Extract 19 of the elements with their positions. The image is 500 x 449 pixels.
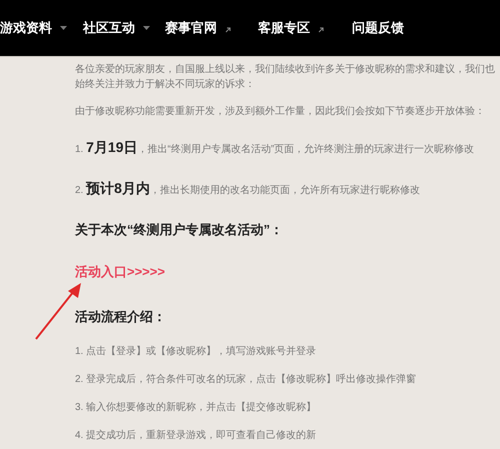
nav-link[interactable]: 社区互动 bbox=[83, 18, 165, 38]
caret-icon bbox=[60, 26, 67, 30]
schedule-item: 1. 7月19日，推出“终测用户专属改名活动”页面，允许终测注册的玩家进行一次昵称修改 bbox=[75, 138, 476, 157]
step-text: 2. 登录完成后，符合条件可改名的玩家，点击【修改昵称】呼出修改操作弹窗 bbox=[75, 372, 418, 386]
external-link-icon bbox=[225, 27, 231, 33]
nav-link[interactable]: 游戏资料 bbox=[0, 18, 83, 38]
section-heading: 活动流程介绍： bbox=[75, 308, 167, 326]
nav-link[interactable]: 赛事官网 bbox=[165, 18, 258, 38]
nav-link[interactable]: 客服专区 bbox=[258, 18, 352, 38]
step-text: 1. 点击【登录】或【修改昵称】，填写游戏账号并登录 bbox=[75, 344, 318, 358]
section-heading: 关于本次“终测用户专属改名活动”： bbox=[75, 221, 284, 239]
step-text: 4. 提交成功后，重新登录游戏，即可查看自己修改的新 bbox=[75, 428, 318, 442]
nav-link[interactable]: 问题反馈 bbox=[352, 18, 442, 38]
intro-paragraph: 各位亲爱的玩家朋友，自国服上线以来，我们陆续收到许多关于修改昵称的需求和建议，我们也始终关注并致力于解决不同玩家的诉求： bbox=[75, 62, 496, 92]
caret-icon bbox=[143, 26, 150, 30]
schedule-item: 2. 预计8月内，推出长期使用的改名功能页面，允许所有玩家进行昵称修改 bbox=[75, 179, 421, 198]
external-link-icon bbox=[318, 27, 324, 33]
step-text: 3. 输入你想要修改的新昵称，并点击【提交修改昵称】 bbox=[75, 400, 318, 414]
intro-paragraph: 由于修改昵称功能需要重新开发，涉及到额外工作量，因此我们会按如下节奏逐步开放体验： bbox=[75, 104, 486, 119]
